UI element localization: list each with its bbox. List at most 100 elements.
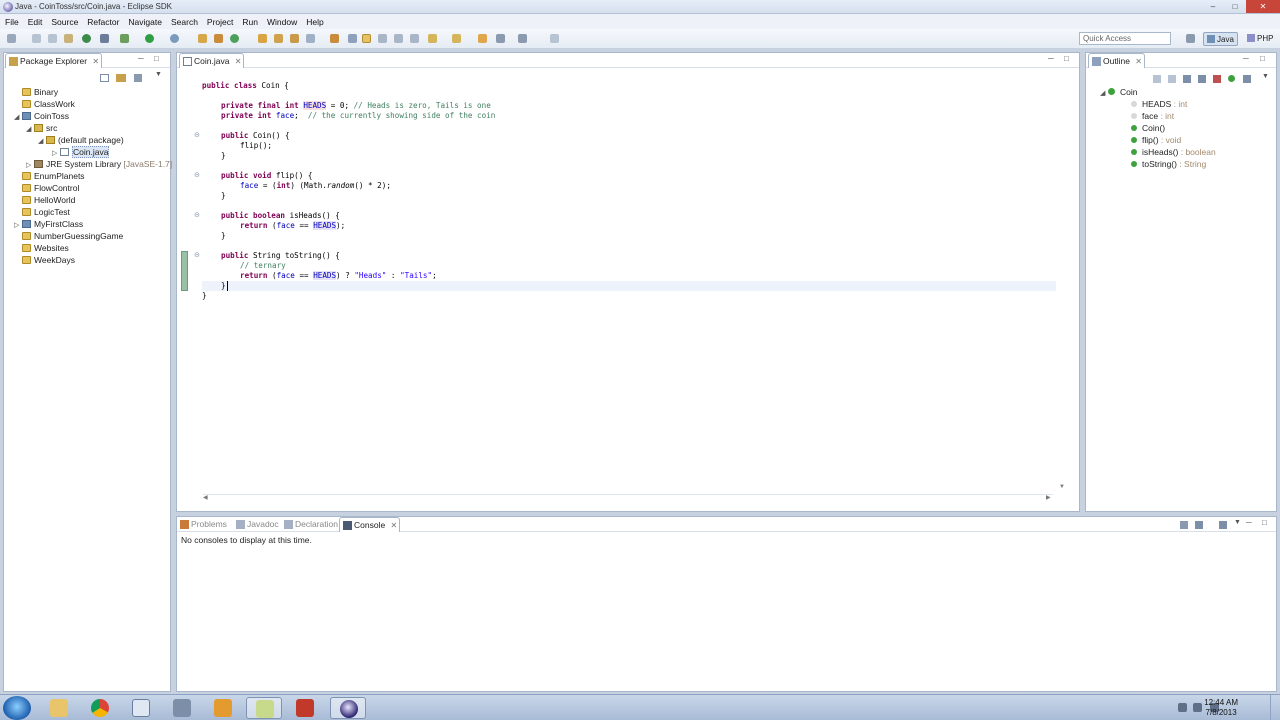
tab-coin-java[interactable]: Coin.java ✕ — [179, 53, 245, 69]
collapse-all-icon[interactable] — [100, 74, 109, 82]
next-annotation-icon[interactable] — [428, 34, 437, 43]
link-editor-icon[interactable] — [116, 74, 126, 82]
tab-outline[interactable]: Outline ✕ — [1088, 53, 1145, 68]
menu-edit[interactable]: Edit — [28, 17, 43, 27]
tree-item-coin-java[interactable]: ▷ Coin.java — [52, 146, 110, 158]
close-icon[interactable]: ✕ — [1135, 54, 1142, 69]
scroll-down-icon[interactable]: ▼ — [1059, 484, 1065, 490]
coverage-icon[interactable] — [170, 34, 179, 43]
minimize-icon[interactable]: ─ — [1243, 54, 1249, 63]
tree-item-default-package[interactable]: ◢ (default package) — [38, 134, 124, 146]
start-button[interactable] — [3, 696, 31, 720]
pen-icon[interactable] — [306, 34, 315, 43]
hide-static-icon[interactable] — [1183, 75, 1191, 83]
code-line-20[interactable]: return (face == HEADS) ? "Heads" : "Tail… — [240, 271, 437, 281]
chevron-down-icon[interactable]: ▼ — [1234, 519, 1241, 526]
taskbar-window[interactable] — [123, 697, 159, 719]
maximize-icon[interactable]: □ — [154, 54, 159, 63]
run-icon[interactable] — [145, 34, 154, 43]
new-java-project-icon[interactable] — [198, 34, 207, 43]
maximize-button[interactable]: □ — [1224, 0, 1246, 13]
menu-window[interactable]: Window — [267, 17, 297, 27]
tree-item-logictest[interactable]: LogicTest — [22, 206, 70, 218]
code-line-12[interactable]: } — [221, 191, 226, 201]
new-icon[interactable] — [7, 34, 16, 43]
maximize-icon[interactable]: □ — [1262, 518, 1267, 527]
scroll-left-icon[interactable]: ◀ — [203, 494, 208, 501]
maximize-icon[interactable]: □ — [1064, 54, 1069, 63]
menu-run[interactable]: Run — [242, 17, 258, 27]
debug-run-icon[interactable] — [120, 34, 129, 43]
close-button[interactable]: ✕ — [1246, 0, 1280, 13]
minimize-icon[interactable]: ─ — [1048, 54, 1054, 63]
forward-icon[interactable] — [518, 34, 527, 43]
code-line-4[interactable]: private int face; // the currently showi… — [221, 111, 495, 121]
fold-toggle-icon[interactable]: ⊝ — [194, 251, 200, 259]
outline-item-coin-constructor[interactable]: Coin() — [1131, 122, 1165, 134]
menu-navigate[interactable]: Navigate — [128, 17, 162, 27]
hide-fields-icon[interactable] — [1168, 75, 1176, 83]
tree-item-weekdays[interactable]: WeekDays — [22, 254, 75, 266]
outline-item-face[interactable]: face : int — [1131, 110, 1174, 122]
code-line-8[interactable]: } — [221, 151, 226, 161]
tree-item-numberguessinggame[interactable]: NumberGuessingGame — [22, 230, 123, 242]
menu-source[interactable]: Source — [51, 17, 78, 27]
menu-project[interactable]: Project — [207, 17, 233, 27]
prev-annotation-icon[interactable] — [452, 34, 461, 43]
tree-item-jre-library[interactable]: ▷ JRE System Library [JavaSE-1.7] — [26, 158, 172, 170]
menu-search[interactable]: Search — [171, 17, 198, 27]
chevron-down-icon[interactable]: ◢ — [26, 124, 34, 136]
tree-item-src[interactable]: ◢ src — [26, 122, 57, 134]
debug-icon[interactable] — [82, 34, 91, 43]
tab-console[interactable]: Console ✕ — [339, 517, 401, 532]
code-line-19[interactable]: // ternary — [240, 261, 286, 271]
whitespace-icon[interactable] — [410, 34, 419, 43]
code-line-11[interactable]: face = (int) (Math.random() * 2); — [240, 181, 391, 191]
focus-icon[interactable] — [1243, 75, 1251, 83]
folder-open-icon[interactable] — [330, 34, 339, 43]
code-line-16[interactable]: } — [221, 231, 226, 241]
minimize-icon[interactable]: ─ — [1246, 518, 1252, 527]
search-icon[interactable] — [290, 34, 299, 43]
back-icon[interactable] — [496, 34, 505, 43]
open-type-icon[interactable] — [258, 34, 267, 43]
tree-item-websites[interactable]: Websites — [22, 242, 69, 254]
code-line-7[interactable]: flip(); — [240, 141, 272, 151]
tab-package-explorer[interactable]: Package Explorer ✕ — [5, 53, 103, 68]
scroll-right-icon[interactable]: ▶ — [1046, 494, 1051, 501]
print-icon[interactable] — [64, 34, 73, 43]
link-with-editor-icon[interactable] — [1228, 75, 1235, 82]
hide-local-types-icon[interactable] — [1213, 75, 1221, 83]
pin-editor-icon[interactable] — [550, 34, 559, 43]
save-all-icon[interactable] — [48, 34, 57, 43]
fold-toggle-icon[interactable]: ⊝ — [194, 211, 200, 219]
tray-arrow-icon[interactable] — [1178, 703, 1187, 712]
code-line-18[interactable]: public String toString() { — [221, 251, 340, 261]
chevron-right-icon[interactable]: ▷ — [14, 220, 22, 232]
minimize-button[interactable]: – — [1202, 0, 1224, 13]
fold-toggle-icon[interactable]: ⊝ — [194, 131, 200, 139]
chevron-down-icon[interactable]: ◢ — [14, 112, 22, 124]
toggle-highlight-icon[interactable] — [362, 34, 371, 43]
toggle-mark-icon[interactable] — [348, 34, 357, 43]
hide-nonpublic-icon[interactable] — [1198, 75, 1206, 83]
word-wrap-icon[interactable] — [378, 34, 387, 43]
taskbar-remote[interactable] — [164, 697, 200, 719]
block-select-icon[interactable] — [394, 34, 403, 43]
last-edit-icon[interactable] — [478, 34, 487, 43]
tree-item-flowcontrol[interactable]: FlowControl — [22, 182, 79, 194]
tree-item-binary[interactable]: Binary — [22, 86, 58, 98]
tree-item-cointoss[interactable]: ◢ CoinToss — [14, 110, 69, 122]
chevron-down-icon[interactable]: ◢ — [38, 136, 46, 148]
menu-help[interactable]: Help — [306, 17, 323, 27]
code-line-14[interactable]: public boolean isHeads() { — [221, 211, 340, 221]
close-icon[interactable]: ✕ — [235, 54, 242, 69]
code-line-1[interactable]: public class Coin { — [202, 81, 289, 91]
outline-item-tostring[interactable]: toString() : String — [1131, 158, 1206, 170]
quick-access-input[interactable]: Quick Access — [1079, 32, 1171, 45]
perspective-php[interactable]: PHP — [1244, 32, 1276, 46]
minimize-icon[interactable]: ─ — [138, 54, 144, 63]
vertical-scrollbar[interactable] — [1057, 73, 1065, 493]
code-line-22[interactable]: } — [202, 291, 207, 301]
sort-icon[interactable] — [1153, 75, 1161, 83]
